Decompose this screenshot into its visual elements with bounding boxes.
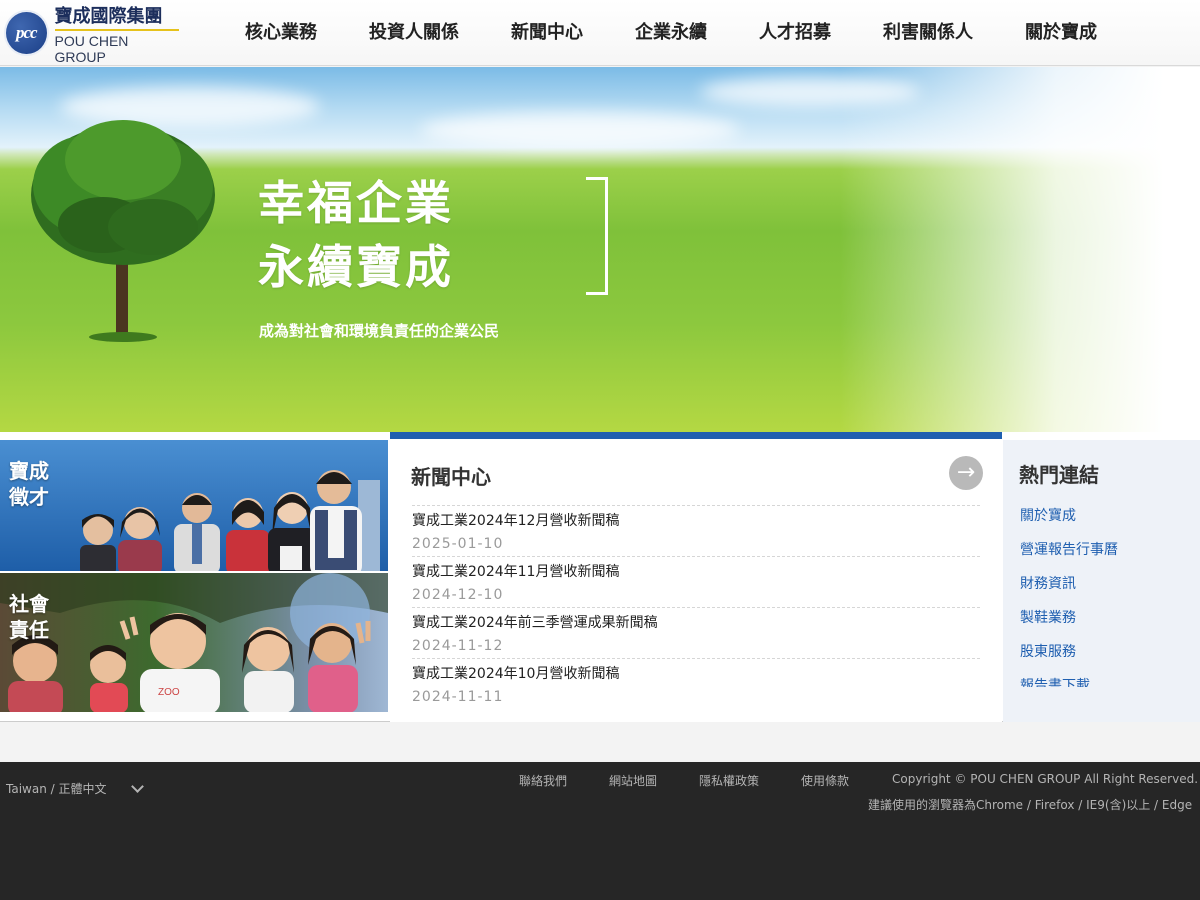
recruitment-promo[interactable]: 寶成 徵才: [0, 440, 388, 571]
nav-sustainability[interactable]: 企業永續: [609, 0, 733, 66]
language-selector[interactable]: Taiwan / 正體中文: [6, 780, 106, 797]
csr-label: 社會 責任: [9, 592, 49, 642]
news-item[interactable]: 寶成工業2024年前三季營運成果新聞稿 2024-11-12: [412, 607, 980, 658]
hot-link-shareholder-services[interactable]: 股東服務: [1020, 643, 1118, 677]
hot-link-report-download[interactable]: 報告書下載: [1020, 677, 1118, 687]
site-logo[interactable]: pcc 寶成國際集團 POU CHEN GROUP: [4, 6, 179, 65]
hero-bracket-decoration: [586, 177, 608, 295]
hot-link-financials[interactable]: 財務資訊: [1020, 575, 1118, 609]
footer-link-privacy[interactable]: 隱私權政策: [699, 772, 759, 789]
nav-careers[interactable]: 人才招募: [733, 0, 857, 66]
children-group-photo: ZOO: [0, 573, 388, 712]
hot-link-ops-calendar[interactable]: 營運報告行事曆: [1020, 541, 1118, 575]
brand-name-en: POU CHEN GROUP: [54, 32, 129, 65]
news-date: 2024-11-12: [412, 638, 504, 654]
site-header: pcc 寶成國際集團 POU CHEN GROUP 核心業務 投資人關係 新聞中…: [0, 0, 1200, 66]
browser-note: 建議使用的瀏覽器為Chrome / Firefox / IE9(含)以上 / E…: [868, 798, 1193, 812]
news-date: 2024-11-11: [412, 689, 504, 705]
tree-illustration: [31, 120, 215, 342]
news-center-panel: 新聞中心 → 寶成工業2024年12月營收新聞稿 2025-01-10 寶成工業…: [390, 432, 1002, 722]
hot-link-footwear[interactable]: 製鞋業務: [1020, 609, 1118, 643]
news-headline[interactable]: 寶成工業2024年10月營收新聞稿: [412, 664, 980, 684]
chevron-down-icon[interactable]: [131, 780, 144, 793]
news-item[interactable]: 寶成工業2024年10月營收新聞稿 2024-11-11: [412, 658, 980, 709]
site-footer: Taiwan / 正體中文 聯絡我們 網站地圖 隱私權政策 使用條款 Copyr…: [0, 762, 1200, 900]
csr-promo[interactable]: 社會 責任 ZOO: [0, 573, 388, 712]
hot-link-about[interactable]: 關於寶成: [1020, 507, 1118, 541]
footer-link-sitemap[interactable]: 網站地圖: [609, 772, 657, 789]
hero-title: 幸福企業 永續寶成: [258, 176, 454, 294]
news-date: 2025-01-10: [412, 536, 504, 552]
pcc-logo-icon: pcc: [4, 10, 49, 56]
news-item[interactable]: 寶成工業2024年12月營收新聞稿 2025-01-10: [412, 505, 980, 556]
news-list: 寶成工業2024年12月營收新聞稿 2025-01-10 寶成工業2024年11…: [412, 505, 980, 709]
nav-stakeholders[interactable]: 利害關係人: [857, 0, 999, 66]
footer-link-contact[interactable]: 聯絡我們: [519, 772, 567, 789]
footer-link-terms[interactable]: 使用條款: [801, 772, 849, 789]
svg-text:ZOO: ZOO: [158, 687, 180, 698]
nav-about[interactable]: 關於寶成: [999, 0, 1123, 66]
nav-core-business[interactable]: 核心業務: [219, 0, 343, 66]
hot-links-list[interactable]: 關於寶成 營運報告行事曆 財務資訊 製鞋業務 股東服務 報告書下載: [1020, 507, 1118, 687]
hero-subtitle: 成為對社會和環境負責任的企業公民: [259, 322, 500, 340]
hero-banner[interactable]: 幸福企業 永續寶成 成為對社會和環境負責任的企業公民: [0, 67, 1200, 432]
news-center-title: 新聞中心: [411, 465, 491, 489]
news-date: 2024-12-10: [412, 587, 504, 603]
hot-links-title: 熱門連結: [1019, 463, 1099, 487]
content-row: 寶成 徵才 社會 責任 ZOO 新聞中心 → 寶成工業2024年12月營收新聞稿…: [0, 432, 1200, 722]
cloud-decoration: [700, 77, 920, 107]
hot-links-panel: 熱門連結 關於寶成 營運報告行事曆 財務資訊 製鞋業務 股東服務 報告書下載: [1003, 440, 1200, 722]
news-headline[interactable]: 寶成工業2024年12月營收新聞稿: [412, 511, 980, 531]
brand-name-zh: 寶成國際集團: [54, 2, 179, 31]
news-headline[interactable]: 寶成工業2024年11月營收新聞稿: [412, 562, 980, 582]
arrow-right-icon[interactable]: →: [949, 456, 983, 490]
nav-investor-relations[interactable]: 投資人關係: [343, 0, 485, 66]
cloud-decoration: [420, 112, 740, 148]
copyright-text: Copyright © POU CHEN GROUP All Right Res…: [892, 772, 1199, 786]
news-item[interactable]: 寶成工業2024年11月營收新聞稿 2024-12-10: [412, 556, 980, 607]
news-headline[interactable]: 寶成工業2024年前三季營運成果新聞稿: [412, 613, 980, 633]
recruitment-label: 寶成 徵才: [9, 459, 49, 509]
staff-group-photo: [80, 470, 362, 571]
main-nav: 核心業務 投資人關係 新聞中心 企業永續 人才招募 利害關係人 關於寶成: [219, 0, 1123, 66]
nav-news-center[interactable]: 新聞中心: [485, 0, 609, 66]
